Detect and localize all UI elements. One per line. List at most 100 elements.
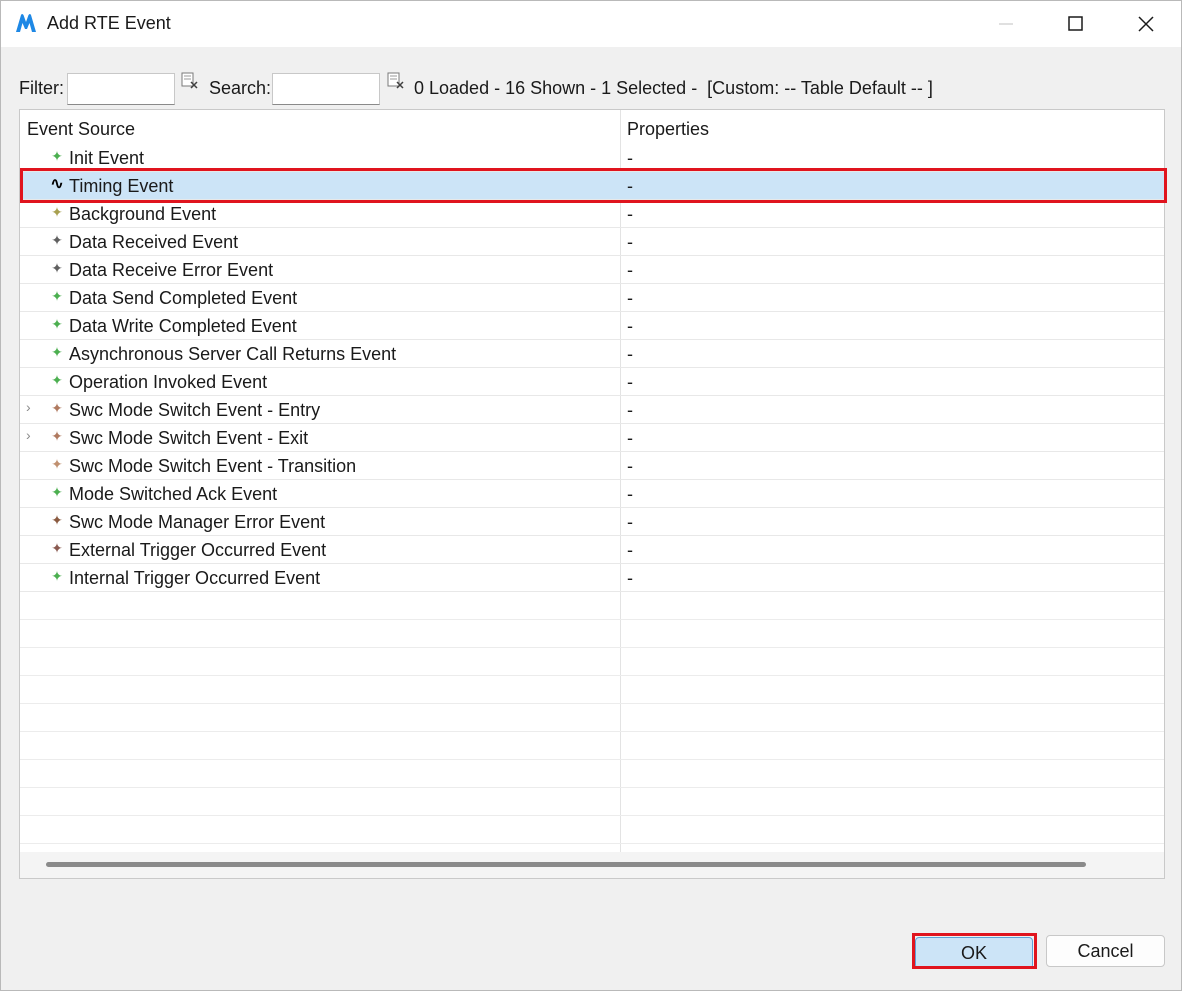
close-icon — [1138, 16, 1154, 32]
column-header-event-source[interactable]: Event Source — [27, 119, 135, 140]
event-source-cell: Timing Event — [69, 176, 174, 196]
event-sparkle-icon: ✦ — [51, 484, 63, 500]
minimize-icon — [999, 23, 1013, 25]
event-table: Event Source Properties ✦ Init Event - ∿ Tim… — [19, 109, 1165, 879]
event-sparkle-icon: ✦ — [51, 456, 63, 472]
table-row[interactable]: ✦ Internal Trigger Occurred Event - — [20, 564, 1164, 592]
empty-row — [20, 648, 1164, 676]
event-source-cell: External Trigger Occurred Event — [69, 540, 327, 560]
minimize-button[interactable] — [971, 1, 1041, 47]
event-sparkle-icon: ✦ — [51, 512, 63, 528]
expand-chevron-icon[interactable]: › — [26, 399, 31, 415]
properties-cell: - — [627, 260, 633, 280]
table-row[interactable]: › ✦ Swc Mode Switch Event - Exit - — [20, 424, 1164, 452]
properties-cell: - — [627, 176, 633, 196]
properties-cell: - — [627, 484, 633, 504]
event-source-cell: Data Send Completed Event — [69, 288, 298, 308]
event-source-cell: Data Write Completed Event — [69, 316, 297, 336]
table-row[interactable]: ✦ Asynchronous Server Call Returns Event - — [20, 340, 1164, 368]
close-button[interactable] — [1111, 1, 1181, 47]
empty-row — [20, 592, 1164, 620]
table-row[interactable]: ✦ Swc Mode Switch Event - Transition - — [20, 452, 1164, 480]
event-source-cell: Swc Mode Switch Event - Exit — [69, 428, 309, 448]
empty-row — [20, 732, 1164, 760]
table-row[interactable]: ✦ Data Write Completed Event - — [20, 312, 1164, 340]
table-row[interactable]: ✦ Init Event - — [20, 144, 1164, 172]
table-row[interactable]: ✦ Data Send Completed Event - — [20, 284, 1164, 312]
event-sparkle-icon: ✦ — [51, 260, 63, 276]
event-source-cell: Internal Trigger Occurred Event — [69, 568, 321, 588]
properties-cell: - — [627, 400, 633, 420]
horizontal-scrollbar[interactable] — [20, 852, 1164, 878]
properties-cell: - — [627, 232, 633, 252]
event-sparkle-icon: ✦ — [51, 372, 63, 388]
table-row[interactable]: ✦ Operation Invoked Event - — [20, 368, 1164, 396]
event-source-cell: Asynchronous Server Call Returns Event — [69, 344, 397, 364]
properties-cell: - — [627, 316, 633, 336]
table-row[interactable]: ✦ Background Event - — [20, 200, 1164, 228]
clear-search-icon[interactable] — [387, 72, 405, 90]
event-source-cell: Data Receive Error Event — [69, 260, 274, 280]
properties-cell: - — [627, 512, 633, 532]
search-label: Search: — [209, 78, 272, 98]
filter-input[interactable] — [67, 73, 175, 105]
expand-chevron-icon[interactable]: › — [26, 427, 31, 443]
event-sparkle-icon: ✦ — [51, 232, 63, 248]
table-body: ✦ Init Event - ∿ Timing Event - ✦ Background Ev… — [20, 144, 1164, 844]
event-source-cell: Operation Invoked Event — [69, 372, 268, 392]
empty-row — [20, 620, 1164, 648]
event-source-cell: Background Event — [69, 204, 217, 224]
status-text: 0 Loaded - 16 Shown - 1 Selected - [Cust… — [414, 78, 933, 98]
empty-row — [20, 760, 1164, 788]
filter-label: Filter: — [19, 78, 64, 98]
scrollbar-thumb[interactable] — [46, 862, 1086, 867]
table-row[interactable]: ✦ Mode Switched Ack Event - — [20, 480, 1164, 508]
table-row[interactable]: ✦ External Trigger Occurred Event - — [20, 536, 1164, 564]
table-row[interactable]: ✦ Data Receive Error Event - — [20, 256, 1164, 284]
event-source-cell: Swc Mode Switch Event - Transition — [69, 456, 357, 476]
event-sparkle-icon: ✦ — [51, 344, 63, 360]
app-logo-icon — [16, 14, 36, 32]
search-input[interactable] — [272, 73, 380, 105]
event-sparkle-icon: ✦ — [51, 540, 63, 556]
event-sparkle-icon: ✦ — [51, 148, 63, 164]
title-bar[interactable]: Add RTE Event — [1, 1, 1181, 47]
window-title: Add RTE Event — [47, 13, 171, 33]
event-sparkle-icon: ✦ — [51, 204, 63, 220]
add-rte-event-dialog: Add RTE Event Filter: Search: 0 Loaded -… — [0, 0, 1182, 991]
clear-filter-icon[interactable] — [181, 72, 199, 90]
event-source-cell: Data Received Event — [69, 232, 239, 252]
table-row[interactable]: ✦ Data Received Event - — [20, 228, 1164, 256]
empty-row — [20, 704, 1164, 732]
table-row[interactable]: ✦ Swc Mode Manager Error Event - — [20, 508, 1164, 536]
maximize-icon — [1068, 16, 1083, 31]
column-header-properties[interactable]: Properties — [627, 119, 709, 140]
empty-row — [20, 676, 1164, 704]
empty-row — [20, 816, 1164, 844]
empty-row — [20, 788, 1164, 816]
event-source-cell: Swc Mode Switch Event - Entry — [69, 400, 321, 420]
event-sparkle-icon: ✦ — [51, 400, 63, 416]
properties-cell: - — [627, 148, 633, 168]
event-source-cell: Mode Switched Ack Event — [69, 484, 278, 504]
ok-button[interactable]: OK — [915, 937, 1033, 969]
properties-cell: - — [627, 344, 633, 364]
event-sparkle-icon: ✦ — [51, 428, 63, 444]
table-row[interactable]: ∿ Timing Event - — [20, 172, 1164, 200]
event-source-cell: Init Event — [69, 148, 145, 168]
properties-cell: - — [627, 540, 633, 560]
properties-cell: - — [627, 428, 633, 448]
properties-cell: - — [627, 568, 633, 588]
properties-cell: - — [627, 288, 633, 308]
maximize-button[interactable] — [1041, 1, 1111, 47]
event-sparkle-icon: ✦ — [51, 316, 63, 332]
event-source-cell: Swc Mode Manager Error Event — [69, 512, 326, 532]
table-row[interactable]: › ✦ Swc Mode Switch Event - Entry - — [20, 396, 1164, 424]
properties-cell: - — [627, 204, 633, 224]
properties-cell: - — [627, 456, 633, 476]
timing-wave-icon: ∿ — [49, 174, 65, 193]
cancel-button[interactable]: Cancel — [1046, 935, 1165, 967]
event-sparkle-icon: ✦ — [51, 288, 63, 304]
event-sparkle-icon: ✦ — [51, 568, 63, 584]
properties-cell: - — [627, 372, 633, 392]
